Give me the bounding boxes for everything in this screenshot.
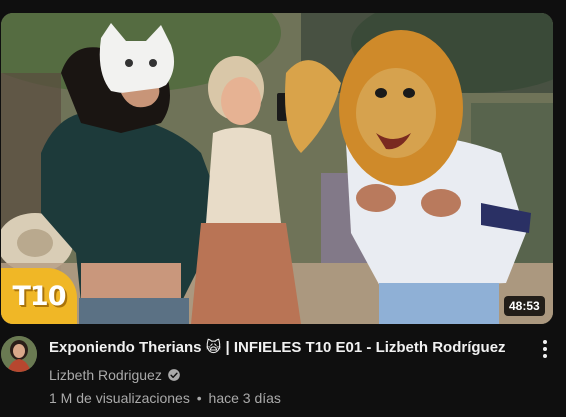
video-card: T10 48:53 Exponiendo Therians 🙀 | INFIEL…	[0, 0, 566, 417]
avatar-image	[1, 336, 37, 372]
menu-dot	[543, 340, 547, 344]
duration-badge: 48:53	[504, 296, 545, 316]
video-stats: 1 M de visualizaciones • hace 3 días	[49, 388, 519, 408]
stats-separator: •	[196, 390, 202, 406]
menu-dot	[543, 347, 547, 351]
channel-name: Lizbeth Rodriguez	[49, 367, 162, 383]
menu-dot	[543, 354, 547, 358]
upload-age: hace 3 días	[208, 390, 281, 406]
video-thumbnail[interactable]	[1, 13, 553, 324]
thumbnail-image	[1, 13, 553, 324]
channel-link[interactable]: Lizbeth Rodriguez	[49, 365, 519, 385]
verified-check-icon	[168, 369, 180, 381]
season-badge: T10	[1, 268, 77, 324]
video-title[interactable]: Exponiendo Therians 🙀 | INFIELES T10 E01…	[49, 338, 519, 358]
video-metadata: Exponiendo Therians 🙀 | INFIELES T10 E01…	[49, 338, 519, 408]
channel-avatar[interactable]	[1, 336, 37, 372]
more-vert-icon[interactable]	[532, 336, 558, 362]
view-count: 1 M de visualizaciones	[49, 390, 190, 406]
